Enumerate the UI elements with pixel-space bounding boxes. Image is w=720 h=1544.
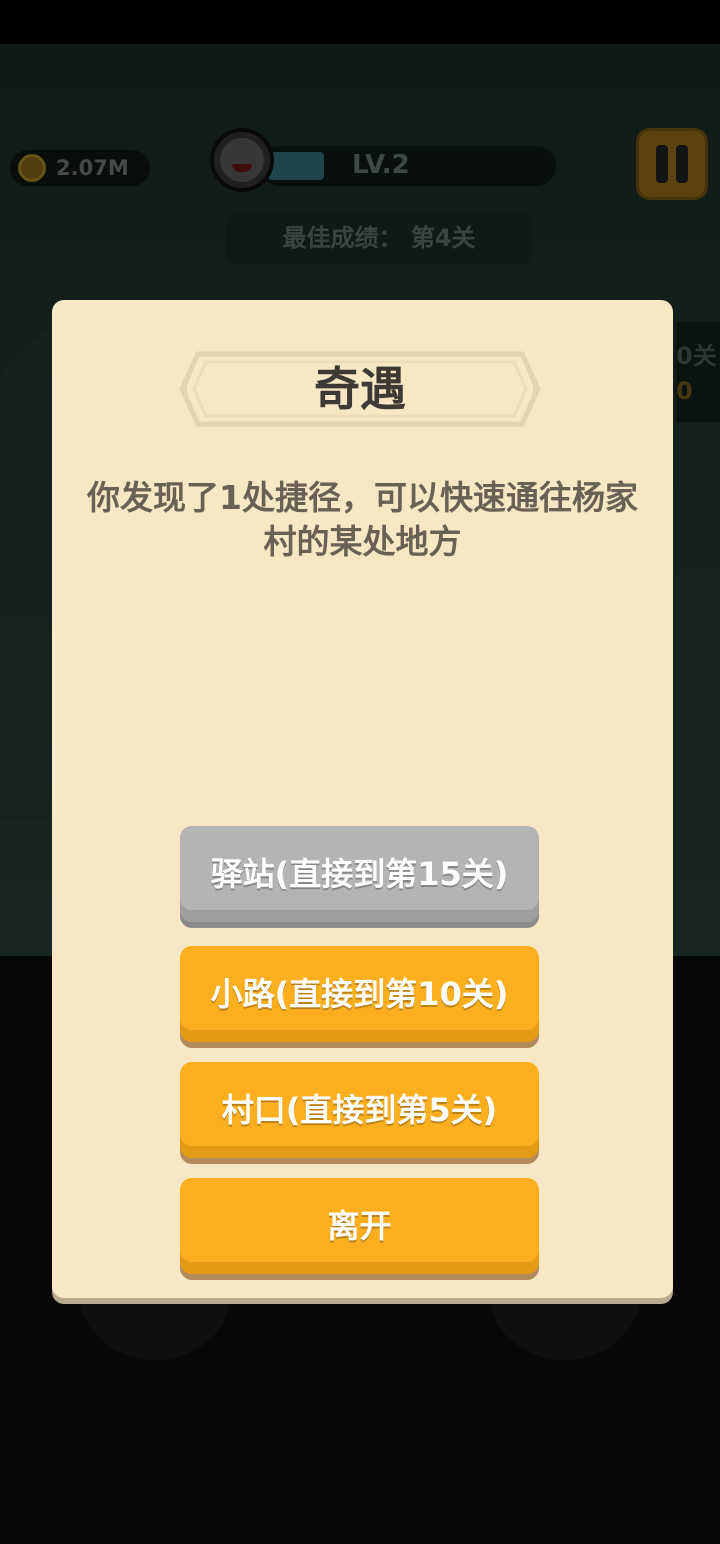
dialog-message: 你发现了1处捷径，可以快速通往杨家村的某处地方 [87,478,638,561]
option-station-button[interactable]: 驿站(直接到第15关) [180,826,539,922]
option-village-entrance-button[interactable]: 村口(直接到第5关) [180,1062,539,1158]
option-path-button[interactable]: 小路(直接到第10关) [180,946,539,1042]
dialog-title-banner: 奇遇 [176,348,544,430]
encounter-dialog: 奇遇 你发现了1处捷径，可以快速通往杨家村的某处地方 驿站(直接到第15关) 小… [52,300,673,1298]
leave-button[interactable]: 离开 [180,1178,539,1274]
dialog-title: 奇遇 [314,362,406,416]
